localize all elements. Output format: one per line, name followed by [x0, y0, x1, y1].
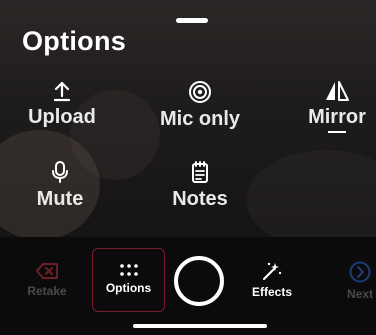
- notes-option[interactable]: Notes: [165, 160, 235, 211]
- notes-icon: [192, 161, 208, 183]
- mirror-label: Mirror: [308, 106, 366, 128]
- mute-option[interactable]: Mute: [30, 160, 90, 211]
- sheet-title: Options: [22, 26, 127, 56]
- chevron-right-circle-icon: [349, 261, 371, 283]
- retake-button[interactable]: Retake: [20, 262, 74, 298]
- effects-button[interactable]: Effects: [244, 261, 300, 299]
- options-button[interactable]: Options: [92, 263, 165, 295]
- grid-dots-icon: [119, 264, 138, 276]
- mic-only-label: Mic only: [159, 108, 240, 130]
- mic-icon: [52, 161, 68, 183]
- record-button[interactable]: [174, 256, 224, 306]
- mic-only-icon: [189, 81, 211, 103]
- upload-option[interactable]: Upload: [22, 80, 102, 129]
- mirror-icon: [326, 81, 349, 101]
- backspace-icon: [36, 263, 58, 279]
- next-button[interactable]: Next: [340, 261, 376, 301]
- mute-label: Mute: [36, 188, 84, 210]
- mic-only-option[interactable]: Mic only: [150, 80, 250, 131]
- notes-label: Notes: [172, 188, 228, 210]
- effects-label: Effects: [251, 285, 292, 299]
- upload-label: Upload: [28, 106, 96, 128]
- options-sheet: Options Upload Mic only Mirror Mute Note…: [0, 0, 376, 237]
- home-indicator[interactable]: [133, 324, 267, 328]
- next-label: Next: [346, 287, 373, 301]
- sheet-drag-handle[interactable]: [176, 18, 208, 23]
- camera-preview-blur: [246, 150, 376, 237]
- mirror-option[interactable]: Mirror: [302, 80, 372, 133]
- magic-wand-icon: [262, 262, 282, 281]
- options-label: Options: [105, 281, 152, 295]
- mirror-active-indicator: [328, 131, 346, 133]
- upload-icon: [53, 81, 71, 102]
- retake-label: Retake: [27, 284, 67, 298]
